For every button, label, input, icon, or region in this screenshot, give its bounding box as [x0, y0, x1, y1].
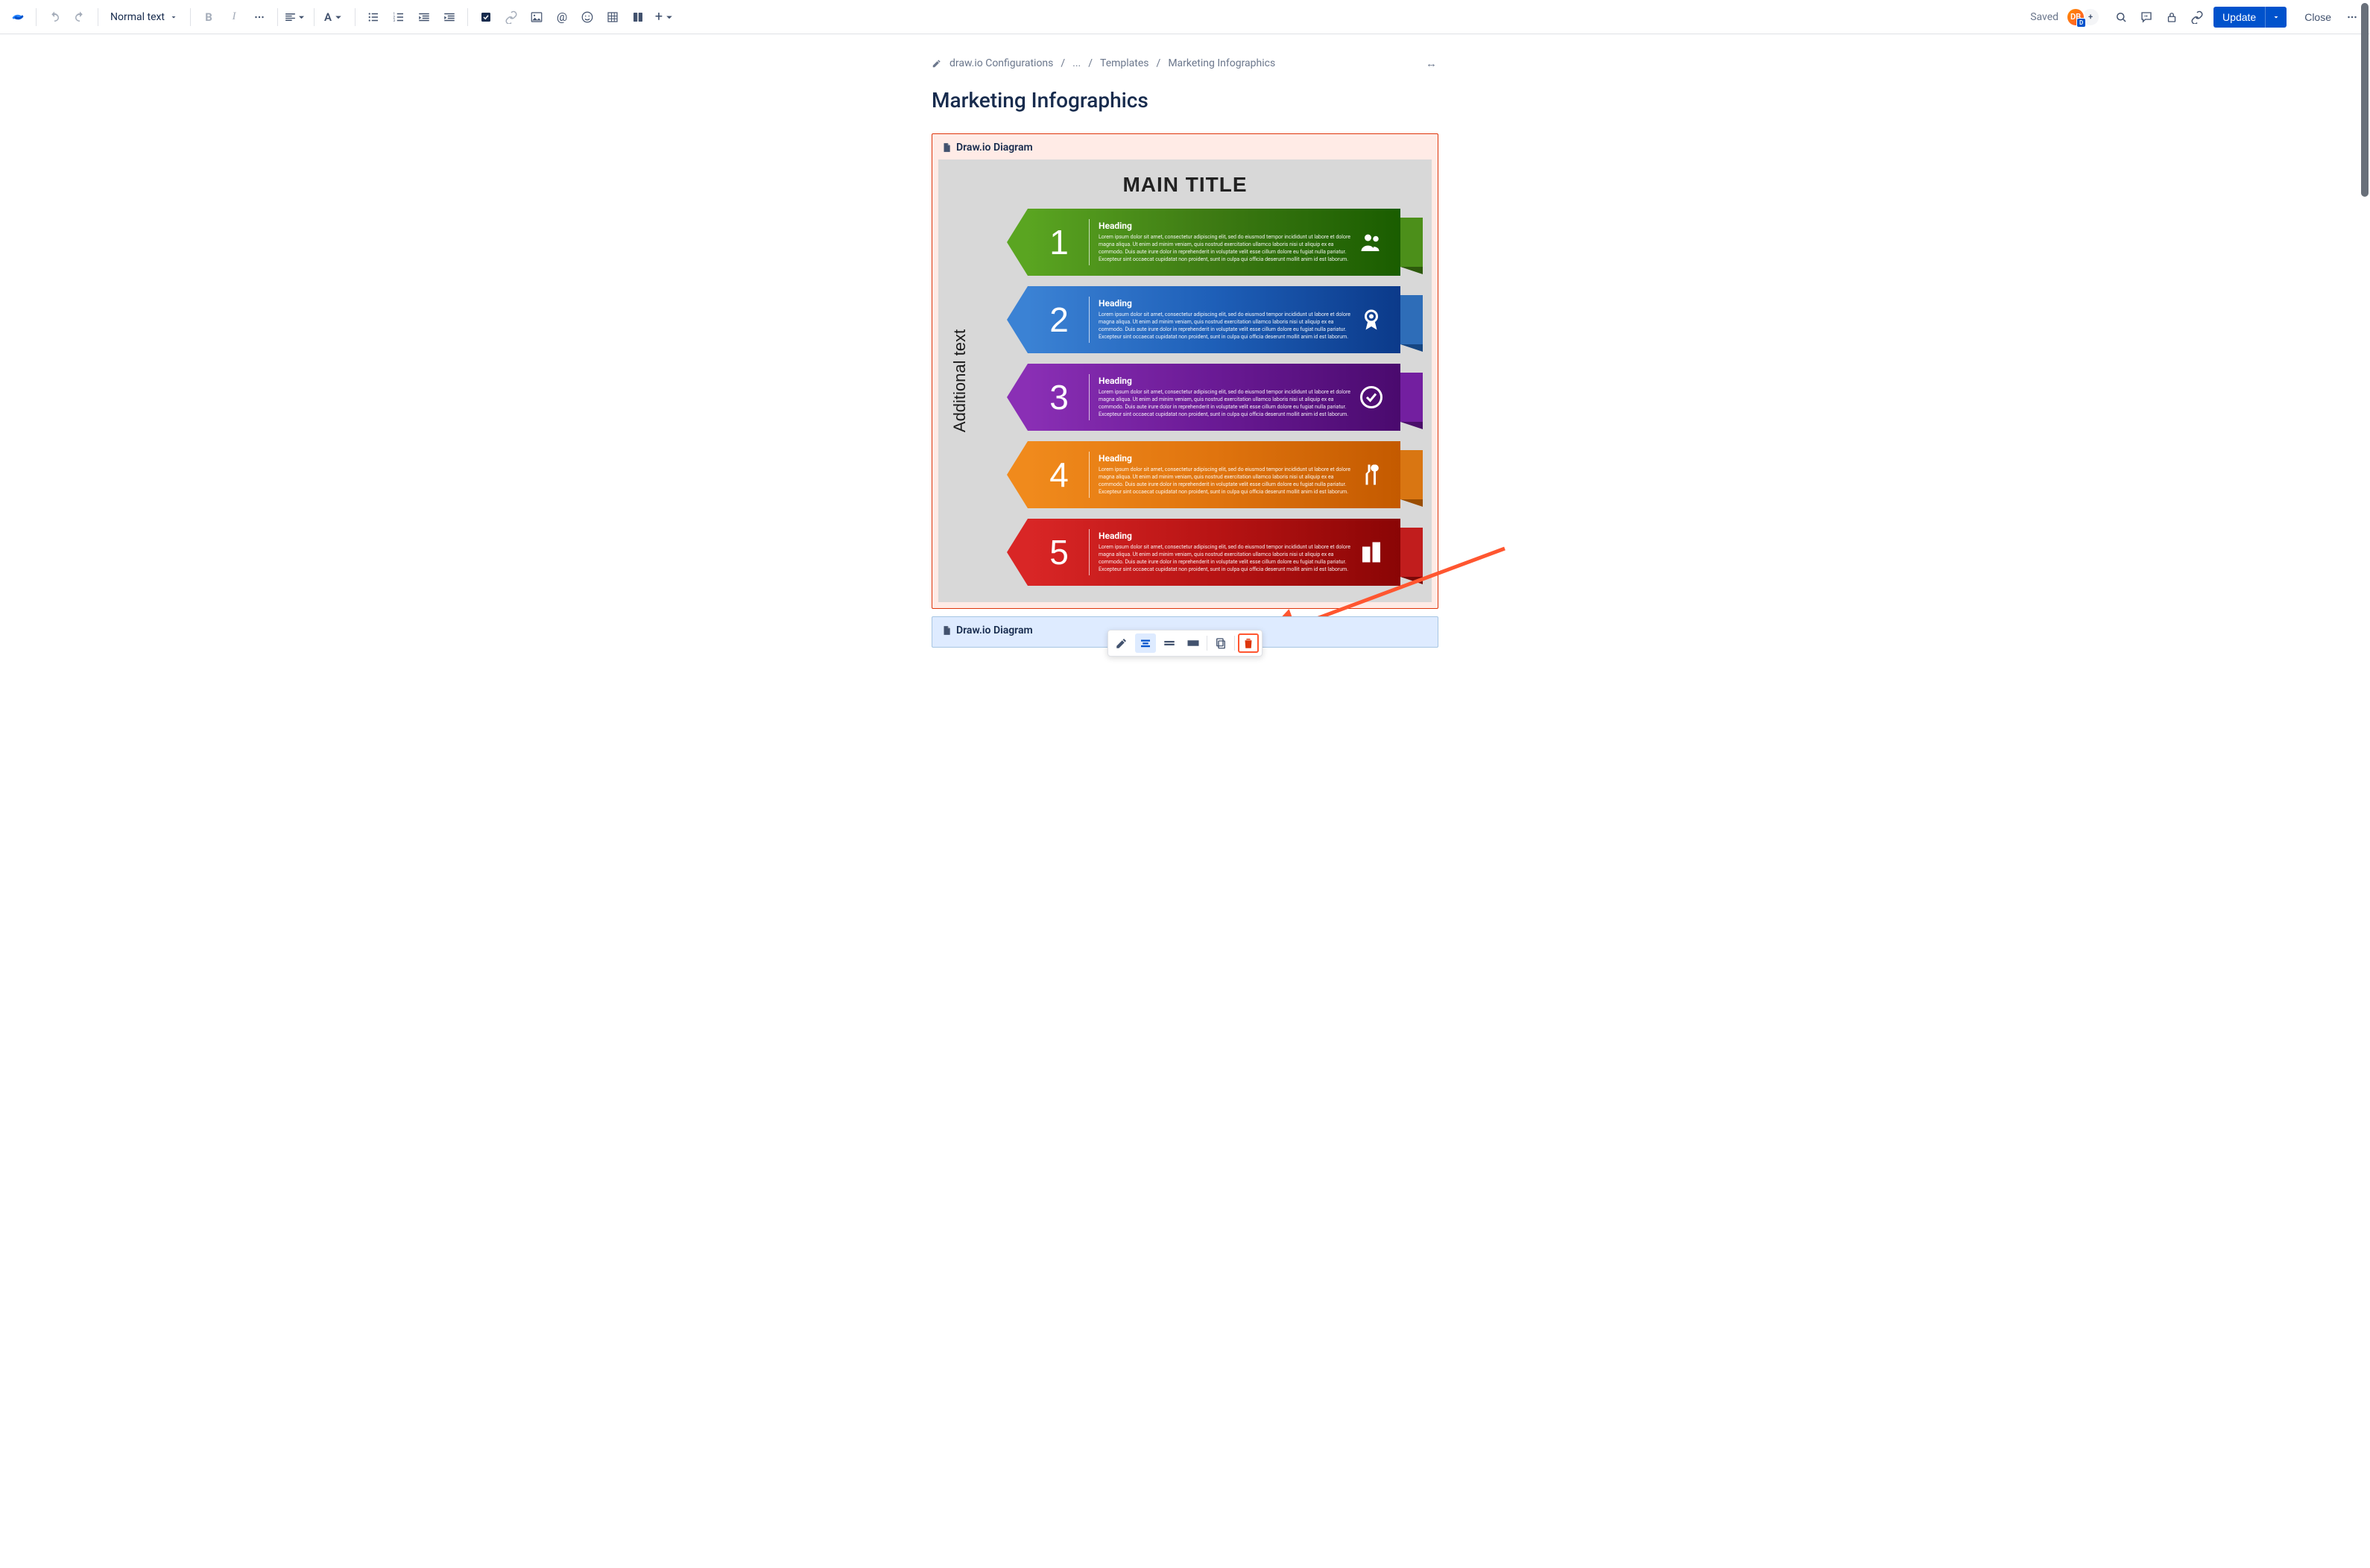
link-button[interactable]	[499, 5, 523, 29]
align-button[interactable]	[284, 5, 308, 29]
tools-icon	[1353, 461, 1390, 488]
macro-floating-toolbar	[1107, 630, 1263, 657]
infographic-row-4: 4 HeadingLorem ipsum dolor sit amet, con…	[1007, 441, 1423, 508]
award-icon	[1353, 306, 1390, 333]
drawio-macro-selected[interactable]: Draw.io Diagram MAIN TITLE Additional te…	[932, 133, 1438, 609]
restrictions-button[interactable]	[2160, 5, 2184, 29]
mention-button[interactable]: @	[550, 5, 574, 29]
update-options-button[interactable]	[2265, 7, 2287, 28]
breadcrumb-current[interactable]: Marketing Infographics	[1168, 57, 1275, 69]
undo-button[interactable]	[42, 5, 66, 29]
width-resize-handles[interactable]: ↔	[1426, 57, 1438, 70]
diagram-canvas: MAIN TITLE Additional text 1 HeadingLore…	[938, 159, 1432, 602]
insert-button[interactable]: +	[651, 5, 680, 29]
breadcrumb-templates[interactable]: Templates	[1100, 57, 1149, 69]
bullet-list-button[interactable]	[361, 5, 385, 29]
find-button[interactable]	[2109, 5, 2133, 29]
macro-label-2: Draw.io Diagram	[956, 625, 1033, 636]
infographic-row-3: 3 HeadingLorem ipsum dolor sit amet, con…	[1007, 364, 1423, 431]
redo-button[interactable]	[68, 5, 92, 29]
align-full-button[interactable]	[1183, 633, 1204, 653]
checkmark-badge-icon	[1353, 384, 1390, 411]
file-icon	[941, 142, 952, 153]
close-button[interactable]: Close	[2297, 7, 2339, 28]
italic-button[interactable]: I	[222, 5, 246, 29]
outdent-button[interactable]	[412, 5, 436, 29]
emoji-button[interactable]	[575, 5, 599, 29]
action-item-button[interactable]	[474, 5, 498, 29]
infographic-row-1: 1 HeadingLorem ipsum dolor sit amet, con…	[1007, 209, 1423, 276]
image-button[interactable]	[525, 5, 549, 29]
page-link-button[interactable]	[2185, 5, 2209, 29]
page-title[interactable]: Marketing Infographics	[932, 88, 1438, 113]
update-button[interactable]: Update	[2213, 7, 2265, 28]
breadcrumb: draw.io Configurations / ... / Templates…	[932, 57, 1438, 70]
copy-macro-button[interactable]	[1210, 633, 1231, 653]
indent-button[interactable]	[437, 5, 461, 29]
text-color-button[interactable]: A	[320, 5, 349, 29]
align-wide-button[interactable]	[1159, 633, 1180, 653]
confluence-logo[interactable]	[6, 5, 30, 29]
breadcrumb-root[interactable]: draw.io Configurations	[949, 57, 1053, 69]
more-formatting-button[interactable]	[247, 5, 271, 29]
text-style-select[interactable]: Normal text	[104, 8, 184, 26]
avatar-stack: DB D +	[2066, 7, 2100, 27]
editor-toolbar: Normal text B I A 123 @ + Saved DB D + U…	[0, 0, 2370, 34]
saved-status: Saved	[2030, 11, 2058, 23]
svg-text:3: 3	[394, 19, 396, 23]
infographic-row-2: 2 HeadingLorem ipsum dolor sit amet, con…	[1007, 286, 1423, 353]
numbered-list-button[interactable]: 123	[387, 5, 411, 29]
table-button[interactable]	[601, 5, 625, 29]
people-icon	[1353, 229, 1390, 256]
comment-button[interactable]	[2134, 5, 2158, 29]
delete-macro-button[interactable]	[1238, 633, 1259, 653]
buildings-icon	[1353, 539, 1390, 566]
diagram-side-text: Additional text	[950, 329, 970, 432]
bold-button[interactable]: B	[197, 5, 221, 29]
macro-header: Draw.io Diagram	[938, 140, 1432, 159]
infographic-row-5: 5 HeadingLorem ipsum dolor sit amet, con…	[1007, 519, 1423, 586]
file-icon	[941, 625, 952, 636]
diagram-main-title: MAIN TITLE	[947, 173, 1423, 197]
align-center-button[interactable]	[1135, 633, 1156, 653]
vertical-scrollbar[interactable]	[2361, 3, 2369, 197]
breadcrumb-ellipsis[interactable]: ...	[1072, 57, 1081, 69]
text-style-label: Normal text	[110, 11, 165, 23]
edit-macro-button[interactable]	[1111, 633, 1132, 653]
user-avatar[interactable]: DB D	[2066, 7, 2085, 27]
layouts-button[interactable]	[626, 5, 650, 29]
page-body: draw.io Configurations / ... / Templates…	[0, 34, 2370, 686]
macro-label: Draw.io Diagram	[956, 142, 1033, 154]
edit-icon	[932, 58, 942, 69]
avatar-app-badge: D	[2076, 18, 2086, 28]
